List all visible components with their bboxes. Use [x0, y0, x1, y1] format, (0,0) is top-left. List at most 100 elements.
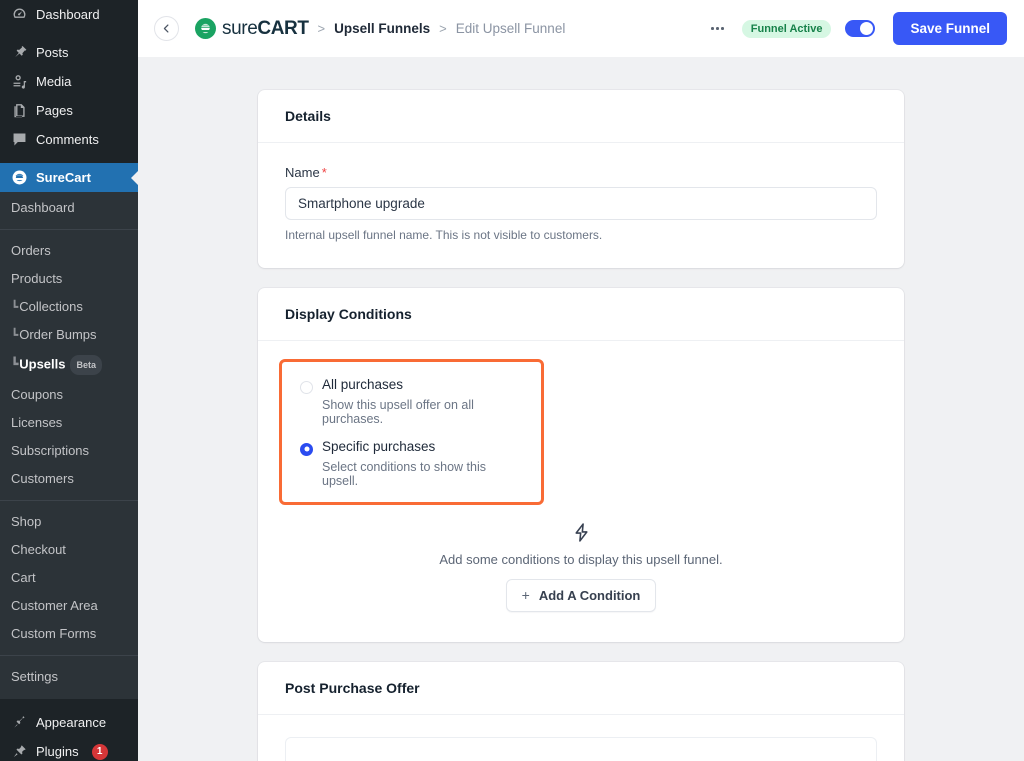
save-funnel-button[interactable]: Save Funnel [893, 12, 1007, 45]
name-field-help: Internal upsell funnel name. This is not… [285, 228, 877, 242]
sidebar-item-label: Dashboard [36, 7, 100, 22]
radio-option-description: Select conditions to show this upsell. [322, 460, 523, 488]
submenu-item-shop[interactable]: Shop [0, 508, 138, 536]
pages-icon [10, 102, 28, 120]
sidebar-item-pages[interactable]: Pages [0, 96, 138, 125]
radio-option-title: Specific purchases [322, 440, 523, 455]
submenu-item-subscriptions[interactable]: Subscriptions [0, 437, 138, 465]
sidebar-item-label: Pages [36, 103, 73, 118]
radio-option-specific-purchases[interactable]: Specific purchases Select conditions to … [300, 440, 523, 488]
submenu-child-arrow: ┗ [11, 357, 17, 371]
submenu-item-licenses[interactable]: Licenses [0, 409, 138, 437]
wp-admin-sidebar: Dashboard Posts Media Pages Commen [0, 0, 138, 761]
submenu-item-cart[interactable]: Cart [0, 564, 138, 592]
name-label-text: Name [285, 165, 320, 180]
ellipsis-icon[interactable] [703, 27, 732, 30]
breadcrumb-upsell-funnels[interactable]: Upsell Funnels [334, 21, 430, 36]
radio-option-description: Show this upsell offer on all purchases. [322, 398, 523, 426]
app-header: sureCART > Upsell Funnels > Edit Upsell … [138, 0, 1024, 57]
sidebar-item-label: Comments [36, 132, 99, 147]
details-card-body: Name* Internal upsell funnel name. This … [258, 143, 904, 268]
sidebar-item-comments[interactable]: Comments [0, 125, 138, 154]
submenu-child-arrow: ┗ [11, 300, 17, 314]
submenu-separator-2 [0, 500, 138, 501]
display-conditions-body: All purchases Show this upsell offer on … [258, 341, 904, 642]
details-card-title: Details [258, 90, 904, 143]
submenu-item-customers[interactable]: Customers [0, 465, 138, 493]
display-conditions-radio-group: All purchases Show this upsell offer on … [279, 359, 544, 505]
brand-wordmark: sureCART [222, 19, 309, 38]
surecart-logo-icon [195, 18, 216, 39]
add-condition-label: Add A Condition [539, 588, 641, 603]
submenu-item-dashboard[interactable]: Dashboard [0, 192, 138, 222]
display-conditions-card: Display Conditions All purchases Show th… [258, 288, 904, 642]
breadcrumb-current: Edit Upsell Funnel [456, 21, 566, 36]
display-conditions-title: Display Conditions [258, 288, 904, 341]
submenu-item-coupons[interactable]: Coupons [0, 381, 138, 409]
sidebar-item-surecart[interactable]: SureCart [0, 163, 138, 192]
sidebar-divider-1 [0, 29, 138, 38]
sidebar-item-media[interactable]: Media [0, 67, 138, 96]
status-badge: Funnel Active [742, 20, 832, 38]
media-icon [10, 73, 28, 91]
submenu-item-products[interactable]: Products [0, 265, 138, 293]
submenu-item-customer-area[interactable]: Customer Area [0, 592, 138, 620]
plus-icon: + [522, 588, 530, 602]
post-purchase-offer-body: Upsell Offer #1 + Add Product [258, 715, 904, 761]
dashboard-icon [10, 6, 28, 24]
plugins-icon [10, 743, 28, 761]
brand-wordmark-light: sure [222, 18, 257, 39]
sidebar-item-plugins[interactable]: Plugins 1 [0, 737, 138, 761]
ellipsis-dot [711, 27, 714, 30]
submenu-item-label: Order Bumps [19, 327, 96, 342]
breadcrumb-separator-2: > [439, 21, 447, 36]
sidebar-item-label: Plugins [36, 744, 79, 759]
appearance-icon [10, 714, 28, 732]
submenu-item-custom-forms[interactable]: Custom Forms [0, 620, 138, 648]
funnel-active-toggle[interactable] [845, 20, 875, 37]
surecart-icon [10, 169, 28, 187]
sidebar-item-dashboard[interactable]: Dashboard [0, 0, 138, 29]
sidebar-divider-2 [0, 154, 138, 163]
name-input[interactable] [285, 187, 877, 220]
submenu-item-checkout[interactable]: Checkout [0, 536, 138, 564]
post-purchase-offer-title: Post Purchase Offer [258, 662, 904, 715]
submenu-item-collections[interactable]: ┗Collections [0, 293, 138, 321]
upsell-offer-slot: Upsell Offer #1 + Add Product [285, 737, 877, 761]
submenu-item-upsells[interactable]: ┗Upsells Beta [0, 349, 138, 381]
sidebar-divider-3 [0, 699, 138, 708]
main-region: sureCART > Upsell Funnels > Edit Upsell … [138, 0, 1024, 761]
submenu-item-label: Upsells [19, 356, 65, 371]
radio-specific-purchases-text: Specific purchases Select conditions to … [322, 440, 523, 488]
ellipsis-dot [716, 27, 719, 30]
surecart-brand-logo[interactable]: sureCART [195, 18, 309, 39]
details-card: Details Name* Internal upsell funnel nam… [258, 90, 904, 268]
content-scroll-area[interactable]: Details Name* Internal upsell funnel nam… [138, 57, 1024, 761]
sidebar-item-posts[interactable]: Posts [0, 38, 138, 67]
surecart-submenu: Dashboard Orders Products ┗Collections ┗… [0, 192, 138, 699]
radio-all-purchases-input[interactable] [300, 381, 313, 394]
submenu-item-label: Collections [19, 299, 83, 314]
required-asterisk: * [322, 165, 327, 180]
ellipsis-dot [721, 27, 724, 30]
header-actions: Funnel Active Save Funnel [703, 12, 1007, 45]
submenu-item-orders[interactable]: Orders [0, 237, 138, 265]
pin-icon [10, 44, 28, 62]
radio-option-all-purchases[interactable]: All purchases Show this upsell offer on … [300, 378, 523, 426]
beta-badge: Beta [70, 355, 102, 375]
add-condition-button[interactable]: + Add A Condition [506, 579, 657, 612]
plugins-update-badge: 1 [92, 744, 108, 760]
submenu-item-settings[interactable]: Settings [0, 663, 138, 691]
app-root: Dashboard Posts Media Pages Commen [0, 0, 1024, 761]
name-field-label: Name* [285, 165, 877, 180]
sidebar-item-label: Appearance [36, 715, 106, 730]
sidebar-item-label: Posts [36, 45, 69, 60]
submenu-separator-3 [0, 655, 138, 656]
brand-wordmark-bold: CART [257, 18, 308, 39]
sidebar-item-label: Media [36, 74, 71, 89]
submenu-separator-1 [0, 229, 138, 230]
back-button[interactable] [154, 16, 179, 41]
sidebar-item-appearance[interactable]: Appearance [0, 708, 138, 737]
radio-specific-purchases-input[interactable] [300, 443, 313, 456]
submenu-item-order-bumps[interactable]: ┗Order Bumps [0, 321, 138, 349]
